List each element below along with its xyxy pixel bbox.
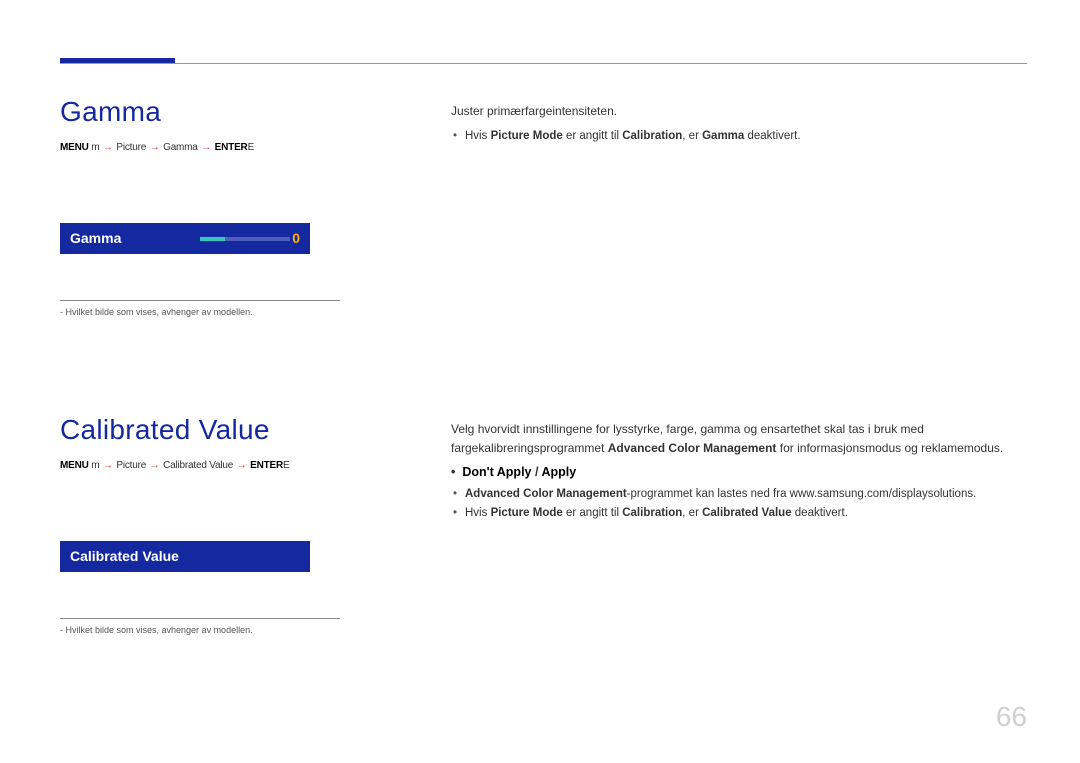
gamma-slider-value: 0 (292, 230, 300, 246)
term: Gamma (702, 130, 744, 142)
term: Calibration (622, 507, 682, 519)
calibrated-right-column: Velg hvorvidt innstillingene for lysstyr… (451, 420, 1027, 522)
text: -programmet kan lastes ned fra www.samsu… (627, 488, 977, 500)
trail-menu-label: MENU (60, 142, 91, 153)
gamma-slider-box: Gamma 0 (60, 223, 310, 254)
trail-m-icon: m (91, 142, 99, 153)
trail-step: Picture (116, 460, 146, 471)
calibrated-left-column: Calibrated Value MENU m → Picture → Cali… (60, 414, 390, 635)
gamma-footnote: Hvilket bilde som vises, avhenger av mod… (60, 307, 390, 317)
arrow-icon: → (237, 460, 247, 471)
term: Calibration (622, 130, 682, 142)
calibrated-value-box: Calibrated Value (60, 541, 310, 572)
arrow-icon: → (103, 142, 113, 153)
gamma-menu-trail: MENU m → Picture → Gamma → ENTERE (60, 142, 390, 153)
text: er angitt til (563, 130, 622, 142)
term: Advanced Color Management (465, 488, 627, 500)
trail-step: Calibrated Value (163, 460, 233, 471)
trail-enter-label: ENTER (250, 460, 283, 471)
trail-step: Gamma (163, 142, 198, 153)
choice-apply: Apply (541, 465, 576, 479)
calibrated-choice-line: • Don't Apply / Apply (451, 465, 1027, 479)
text: deaktivert. (744, 130, 800, 142)
gamma-slider-label: Gamma (70, 230, 121, 246)
text: Hvis (465, 130, 491, 142)
arrow-icon: → (103, 460, 113, 471)
calibrated-menu-trail: MENU m → Picture → Calibrated Value → EN… (60, 460, 390, 471)
calibrated-title: Calibrated Value (60, 414, 390, 446)
header-divider (60, 63, 1027, 64)
arrow-icon: → (201, 142, 211, 153)
trail-enter-label: ENTER (215, 142, 248, 153)
footnote-rule (60, 300, 340, 301)
choice-dont-apply: Don't Apply (462, 465, 531, 479)
arrow-icon: → (150, 460, 160, 471)
trail-e-icon: E (248, 142, 254, 153)
calibrated-body: Velg hvorvidt innstillingene for lysstyr… (451, 420, 1027, 457)
gamma-right-column: Juster primærfargeintensiteten. Hvis Pic… (451, 102, 1027, 145)
gamma-slider-fill (200, 237, 225, 241)
calibrated-note-1: Advanced Color Management-programmet kan… (451, 485, 1027, 503)
term: Picture Mode (491, 130, 563, 142)
trail-step: Picture (116, 142, 146, 153)
gamma-note-1: Hvis Picture Mode er angitt til Calibrat… (451, 127, 1027, 145)
text: Hvis (465, 507, 491, 519)
term: Calibrated Value (702, 507, 791, 519)
choice-separator: / (532, 465, 542, 479)
gamma-body: Juster primærfargeintensiteten. (451, 102, 1027, 121)
calibrated-note-2: Hvis Picture Mode er angitt til Calibrat… (451, 504, 1027, 522)
trail-e-icon: E (283, 460, 289, 471)
text: deaktivert. (792, 507, 848, 519)
text: , er (682, 507, 702, 519)
text: , er (682, 130, 702, 142)
term: Picture Mode (491, 507, 563, 519)
trail-m-icon: m (91, 460, 99, 471)
footnote-rule (60, 618, 340, 619)
trail-menu-label: MENU (60, 460, 91, 471)
gamma-title: Gamma (60, 96, 390, 128)
term: Advanced Color Management (608, 441, 777, 455)
page-number: 66 (996, 701, 1027, 733)
gamma-left-column: Gamma MENU m → Picture → Gamma → ENTERE … (60, 96, 390, 317)
text: for informasjonsmodus og reklamemodus. (776, 441, 1003, 455)
text: er angitt til (563, 507, 622, 519)
arrow-icon: → (150, 142, 160, 153)
calibrated-value-label: Calibrated Value (70, 548, 179, 564)
calibrated-footnote: Hvilket bilde som vises, avhenger av mod… (60, 625, 390, 635)
